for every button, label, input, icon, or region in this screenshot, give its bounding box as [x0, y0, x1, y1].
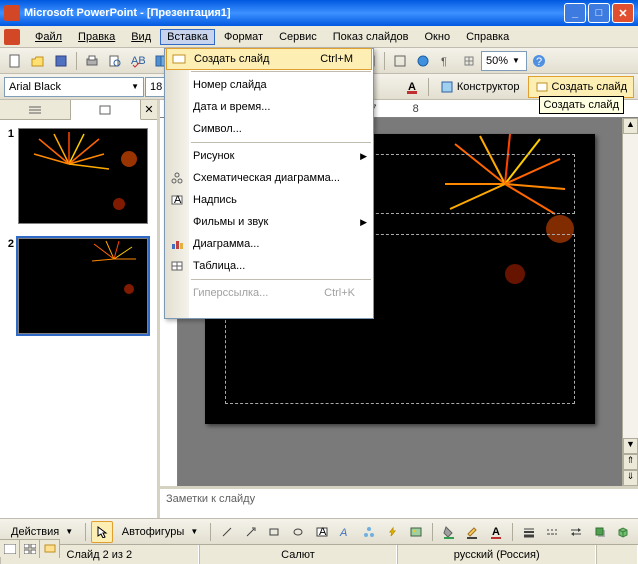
line-tool[interactable]: [216, 521, 238, 543]
window-title: Microsoft PowerPoint - [Презентация1]: [24, 7, 564, 19]
menu-tools[interactable]: Сервис: [272, 29, 324, 45]
svg-text:¶: ¶: [441, 56, 447, 68]
diagram-tool[interactable]: [358, 521, 380, 543]
vertical-scrollbar[interactable]: ▲▼⇑⇓: [622, 118, 638, 486]
line-color-tool[interactable]: [462, 521, 484, 543]
thumb-2[interactable]: [18, 238, 148, 334]
thumb-1[interactable]: [18, 128, 148, 224]
dm-table[interactable]: Таблица...: [165, 255, 373, 277]
view-sorter[interactable]: [20, 540, 40, 558]
diagram-icon: [169, 170, 185, 186]
arrow-style-tool[interactable]: [565, 521, 587, 543]
statusbar: Слайд 2 из 2 Салют русский (Россия): [0, 544, 638, 564]
status-lang[interactable]: русский (Россия): [397, 545, 596, 564]
view-normal[interactable]: [0, 540, 20, 558]
chart-icon: [169, 236, 185, 252]
new-slide-icon: [171, 51, 187, 67]
dm-symbol[interactable]: Символ...: [165, 118, 373, 140]
textbox-tool[interactable]: A: [311, 521, 333, 543]
view-slideshow[interactable]: [40, 540, 60, 558]
doc-sys-icon[interactable]: [4, 29, 20, 45]
thumbs-list: 1 2: [0, 120, 157, 518]
svg-text:A: A: [174, 194, 182, 206]
status-theme: Салют: [199, 545, 398, 564]
autoshapes-menu[interactable]: Автофигуры▼: [115, 521, 206, 543]
dm-chart[interactable]: Диаграмма...: [165, 233, 373, 255]
dash-style-tool[interactable]: [542, 521, 564, 543]
dm-expand[interactable]: [165, 304, 373, 318]
menu-window[interactable]: Окно: [418, 29, 458, 45]
tab-outline[interactable]: [0, 100, 71, 119]
maximize-button[interactable]: □: [588, 3, 610, 23]
grid-button[interactable]: [458, 50, 480, 72]
clipart-tool[interactable]: [382, 521, 404, 543]
status-extra: [596, 545, 638, 564]
new-doc-button[interactable]: [4, 50, 26, 72]
wordart-tool[interactable]: A: [334, 521, 356, 543]
preview-button[interactable]: [104, 50, 126, 72]
dm-hyperlink: Гиперссылка...Ctrl+K: [165, 282, 373, 304]
tooltip-new-slide: Создать слайд: [539, 96, 624, 114]
font-color-button[interactable]: A: [402, 76, 424, 98]
3d-tool[interactable]: [612, 521, 634, 543]
menubar: Файл Правка Вид Вставка Формат Сервис По…: [0, 26, 638, 48]
thumbnails-panel: ✕ 1 2: [0, 100, 160, 518]
dm-movies-sound[interactable]: Фильмы и звук▶: [165, 211, 373, 233]
thumb-row-1[interactable]: 1: [4, 128, 153, 224]
oval-tool[interactable]: [287, 521, 309, 543]
view-buttons: [0, 539, 60, 557]
tab-slides[interactable]: [71, 100, 142, 120]
menu-insert[interactable]: Вставка: [160, 29, 215, 45]
select-tool[interactable]: [91, 521, 113, 543]
arrow-tool[interactable]: [240, 521, 262, 543]
menu-format[interactable]: Формат: [217, 29, 270, 45]
powerpoint-icon: [4, 5, 20, 21]
design-icon: [440, 80, 454, 94]
fill-color-tool[interactable]: [438, 521, 460, 543]
new-slide-icon: [535, 80, 549, 94]
rect-tool[interactable]: [264, 521, 286, 543]
print-button[interactable]: [81, 50, 103, 72]
titlebar: Microsoft PowerPoint - [Презентация1] _ …: [0, 0, 638, 26]
tables-borders-button[interactable]: [389, 50, 411, 72]
dm-textbox[interactable]: A Надпись: [165, 189, 373, 211]
menu-view[interactable]: Вид: [124, 29, 158, 45]
close-button[interactable]: ✕: [612, 3, 634, 23]
hyperlink-button[interactable]: [412, 50, 434, 72]
show-formatting-button[interactable]: ¶: [435, 50, 457, 72]
menu-file[interactable]: Файл: [28, 29, 69, 45]
close-panel-button[interactable]: ✕: [141, 100, 157, 119]
dm-date-time[interactable]: Дата и время...: [165, 96, 373, 118]
zoom-combo[interactable]: 50%▼: [481, 51, 527, 71]
open-button[interactable]: [27, 50, 49, 72]
svg-text:A: A: [319, 526, 327, 538]
textbox-icon: A: [169, 192, 185, 208]
svg-text:A: A: [492, 526, 500, 538]
notes-pane[interactable]: Заметки к слайду: [160, 486, 638, 518]
design-button[interactable]: Конструктор: [433, 76, 527, 98]
menu-help[interactable]: Справка: [459, 29, 516, 45]
dm-picture[interactable]: Рисунок▶: [165, 145, 373, 167]
line-style-tool[interactable]: [518, 521, 540, 543]
help-button[interactable]: ?: [528, 50, 550, 72]
menu-edit[interactable]: Правка: [71, 29, 122, 45]
dm-new-slide[interactable]: Создать слайдCtrl+M: [166, 48, 372, 70]
image-tool[interactable]: [405, 521, 427, 543]
insert-dropdown: Создать слайдCtrl+M Номер слайда Дата и …: [164, 48, 374, 319]
minimize-button[interactable]: _: [564, 3, 586, 23]
save-button[interactable]: [50, 50, 72, 72]
menu-slideshow[interactable]: Показ слайдов: [326, 29, 416, 45]
dm-slide-number[interactable]: Номер слайда: [165, 74, 373, 96]
font-color-tool[interactable]: A: [485, 521, 507, 543]
svg-text:?: ?: [536, 56, 542, 68]
drawing-toolbar: Действия▼ Автофигуры▼ A A A: [0, 518, 638, 544]
spellcheck-button[interactable]: AB: [127, 50, 149, 72]
dm-diagram-scheme[interactable]: Схематическая диаграмма...: [165, 167, 373, 189]
shadow-tool[interactable]: [589, 521, 611, 543]
new-slide-button[interactable]: Создать слайд: [528, 76, 634, 98]
svg-text:A: A: [339, 527, 347, 538]
thumb-row-2[interactable]: 2: [4, 238, 153, 334]
table-icon: [169, 258, 185, 274]
font-combo[interactable]: Arial Black▼: [4, 77, 144, 97]
